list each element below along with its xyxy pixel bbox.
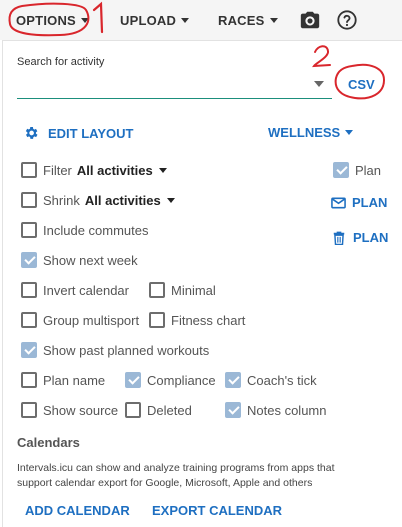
show-source-box[interactable] — [21, 402, 37, 418]
edit-layout-label: EDIT LAYOUT — [48, 125, 134, 141]
wellness-menu-button[interactable]: WELLNESS — [268, 125, 354, 140]
gear-icon — [25, 127, 38, 139]
compliance-checkbox[interactable]: Compliance — [125, 371, 216, 389]
email-plan-button[interactable]: PLAN — [331, 195, 387, 210]
upload-caret-icon — [181, 17, 190, 23]
minimal-box[interactable] — [149, 282, 165, 298]
search-dropdown-icon[interactable] — [314, 81, 324, 87]
calendars-description: Intervals.icu can show and analyze train… — [17, 462, 335, 489]
group-multisport-checkbox[interactable]: Group multisport — [21, 311, 139, 329]
plan-name-box[interactable] — [21, 372, 37, 388]
compliance-box[interactable] — [125, 372, 141, 388]
shrink-select-value: All activities — [84, 192, 161, 208]
options-menu-label: OPTIONS — [16, 12, 76, 28]
wellness-label: WELLNESS — [268, 125, 341, 140]
top-toolbar: OPTIONS UPLOAD RACES — [0, 0, 402, 40]
show-past-planned-label: Show past planned workouts — [43, 342, 210, 358]
delete-plan-label: PLAN — [353, 230, 389, 245]
races-menu-button[interactable]: RACES — [218, 9, 278, 31]
deleted-box[interactable] — [125, 402, 141, 418]
deleted-checkbox[interactable]: Deleted — [125, 401, 192, 419]
races-caret-icon — [269, 17, 278, 23]
show-source-checkbox[interactable]: Show source — [21, 401, 118, 419]
options-menu-button[interactable]: OPTIONS — [16, 9, 89, 31]
options-panel: Search for activity CSV EDIT LAYOUT WELL… — [2, 40, 402, 527]
filter-caret-icon — [158, 167, 167, 173]
delete-plan-button[interactable]: PLAN — [333, 230, 388, 245]
minimal-label: Minimal — [171, 282, 216, 298]
show-next-week-checkbox[interactable]: Show next week — [21, 251, 138, 269]
trash-icon — [333, 231, 345, 245]
email-plan-label: PLAN — [352, 195, 388, 210]
fitness-chart-label: Fitness chart — [171, 312, 246, 328]
edit-layout-button[interactable]: EDIT LAYOUT — [23, 125, 133, 141]
plan-name-checkbox[interactable]: Plan name — [21, 371, 105, 389]
deleted-label: Deleted — [147, 402, 192, 418]
options-caret-icon — [80, 17, 89, 23]
show-source-label: Show source — [43, 402, 119, 418]
search-label: Search for activity — [17, 56, 105, 68]
export-calendar-button[interactable]: EXPORT CALENDAR — [152, 503, 282, 518]
notes-column-label: Notes column — [247, 402, 327, 418]
upload-menu-label: UPLOAD — [120, 12, 177, 28]
help-icon[interactable] — [336, 9, 358, 31]
plan-name-label: Plan name — [43, 372, 106, 388]
filter-checkbox-box[interactable] — [21, 162, 37, 178]
plan-label: Plan — [355, 162, 382, 178]
include-commutes-label: Include commutes — [43, 222, 149, 238]
minimal-checkbox[interactable]: Minimal — [149, 281, 216, 299]
filter-select-value: All activities — [76, 162, 153, 178]
show-past-planned-checkbox[interactable]: Show past planned workouts — [21, 341, 209, 359]
invert-calendar-box[interactable] — [21, 282, 37, 298]
search-input[interactable] — [17, 69, 332, 99]
group-multisport-label: Group multisport — [43, 312, 140, 328]
coaches-tick-box[interactable] — [225, 372, 241, 388]
plan-checkbox[interactable]: Plan — [333, 161, 381, 179]
shrink-caret-icon — [166, 197, 175, 203]
upload-menu-button[interactable]: UPLOAD — [120, 9, 190, 31]
coaches-tick-checkbox[interactable]: Coach's tick — [225, 371, 317, 389]
notes-column-checkbox[interactable]: Notes column — [225, 401, 326, 419]
camera-icon[interactable] — [299, 9, 321, 31]
filter-checkbox[interactable]: Filter All activities — [21, 161, 167, 179]
show-next-week-box[interactable] — [21, 252, 37, 268]
filter-label: Filter — [43, 162, 72, 178]
show-past-planned-box[interactable] — [21, 342, 37, 358]
notes-column-box[interactable] — [225, 402, 241, 418]
coaches-tick-label: Coach's tick — [247, 372, 317, 388]
shrink-checkbox[interactable]: Shrink All activities — [21, 191, 175, 209]
fitness-chart-box[interactable] — [149, 312, 165, 328]
shrink-select[interactable]: All activities — [85, 193, 175, 208]
add-calendar-button[interactable]: ADD CALENDAR — [25, 503, 130, 518]
wellness-caret-icon — [345, 130, 354, 135]
plan-checkbox-box[interactable] — [333, 162, 349, 178]
include-commutes-box[interactable] — [21, 222, 37, 238]
invert-calendar-label: Invert calendar — [43, 282, 129, 298]
group-multisport-box[interactable] — [21, 312, 37, 328]
filter-select[interactable]: All activities — [77, 163, 167, 178]
include-commutes-checkbox[interactable]: Include commutes — [21, 221, 149, 239]
shrink-checkbox-box[interactable] — [21, 192, 37, 208]
fitness-chart-checkbox[interactable]: Fitness chart — [149, 311, 245, 329]
shrink-label: Shrink — [43, 192, 80, 208]
invert-calendar-checkbox[interactable]: Invert calendar — [21, 281, 129, 299]
races-menu-label: RACES — [218, 12, 265, 28]
show-next-week-label: Show next week — [43, 252, 138, 268]
calendars-title: Calendars — [17, 435, 80, 450]
compliance-label: Compliance — [147, 372, 216, 388]
email-icon — [331, 197, 346, 208]
csv-button[interactable]: CSV — [348, 77, 375, 92]
